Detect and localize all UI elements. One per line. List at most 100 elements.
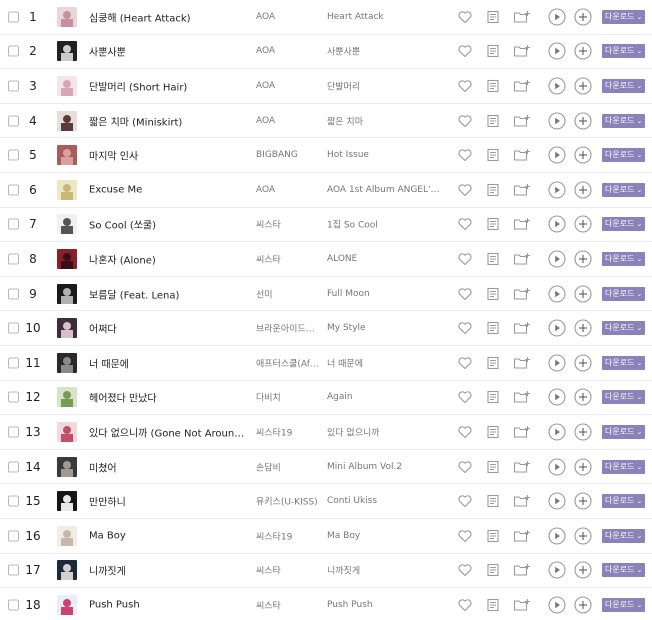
select-checkbox[interactable]	[8, 564, 19, 576]
play-icon[interactable]	[548, 354, 566, 372]
album-art[interactable]	[57, 525, 77, 546]
heart-icon[interactable]	[457, 424, 473, 440]
album-art[interactable]	[57, 214, 77, 235]
artist-name[interactable]: 씨스타19	[256, 425, 322, 438]
select-checkbox[interactable]	[8, 11, 19, 23]
song-row[interactable]: 17 니까짓게 씨스타 니까짓게 다운로드 ⌄	[0, 554, 652, 589]
album-art[interactable]	[57, 110, 77, 131]
album-art[interactable]	[57, 179, 77, 200]
select-checkbox[interactable]	[8, 391, 19, 403]
lyrics-icon[interactable]	[485, 562, 501, 578]
heart-icon[interactable]	[457, 182, 473, 198]
download-button[interactable]: 다운로드 ⌄	[602, 217, 645, 232]
album-name[interactable]: 단발머리	[327, 79, 443, 92]
heart-icon[interactable]	[457, 147, 473, 163]
song-title[interactable]: 니까짓게	[89, 563, 249, 578]
play-icon[interactable]	[548, 146, 566, 164]
play-icon[interactable]	[548, 284, 566, 303]
album-art[interactable]	[57, 248, 77, 269]
artist-name[interactable]: 손담비	[256, 460, 322, 473]
lyrics-icon[interactable]	[485, 597, 501, 613]
song-title[interactable]: 있다 없으니까 (Gone Not Around An...	[89, 424, 249, 439]
song-row[interactable]: 10 어쩌다 브라운아이드걸... My Style 다운로드 ⌄	[0, 311, 652, 346]
song-title[interactable]: Excuse Me	[89, 184, 249, 195]
play-icon[interactable]	[548, 388, 566, 406]
album-name[interactable]: Push Push	[327, 600, 443, 610]
heart-icon[interactable]	[457, 528, 473, 544]
folder-plus-icon[interactable]	[513, 78, 530, 94]
play-icon[interactable]	[548, 112, 566, 130]
song-row[interactable]: 8 나혼자 (Alone) 씨스타 ALONE 다운로드 ⌄	[0, 242, 652, 277]
play-icon[interactable]	[548, 319, 566, 337]
artist-name[interactable]: AOA	[256, 185, 322, 195]
select-checkbox[interactable]	[8, 80, 19, 92]
heart-icon[interactable]	[457, 78, 473, 94]
heart-icon[interactable]	[457, 320, 473, 336]
album-art[interactable]	[57, 318, 77, 339]
album-name[interactable]: 너 때문에	[327, 356, 443, 369]
plus-icon[interactable]	[574, 146, 592, 164]
song-title[interactable]: Ma Boy	[89, 530, 249, 541]
album-art[interactable]	[57, 145, 77, 166]
select-checkbox[interactable]	[8, 45, 19, 57]
album-name[interactable]: Ma Boy	[327, 531, 443, 541]
folder-plus-icon[interactable]	[513, 182, 530, 198]
lyrics-icon[interactable]	[485, 78, 501, 94]
album-art[interactable]	[57, 421, 77, 442]
song-title[interactable]: 마지막 인사	[89, 148, 249, 163]
artist-name[interactable]: 씨스타	[256, 252, 322, 265]
folder-plus-icon[interactable]	[513, 424, 530, 440]
folder-plus-icon[interactable]	[513, 355, 530, 371]
artist-name[interactable]: AOA	[256, 81, 322, 91]
song-row[interactable]: 2 사뿐사뿐 AOA 사뿐사뿐 다운로드 ⌄	[0, 35, 652, 70]
song-row[interactable]: 18 Push Push 씨스타 Push Push 다운로드 ⌄	[0, 588, 652, 620]
download-button[interactable]: 다운로드 ⌄	[602, 390, 645, 405]
song-title[interactable]: 단발머리 (Short Hair)	[89, 78, 249, 93]
play-icon[interactable]	[548, 42, 566, 60]
heart-icon[interactable]	[457, 113, 473, 129]
folder-plus-icon[interactable]	[513, 459, 530, 475]
lyrics-icon[interactable]	[485, 251, 501, 267]
lyrics-icon[interactable]	[485, 113, 501, 129]
song-row[interactable]: 11 너 때문에 애프터스쿨(Afte... 너 때문에 다운로드 ⌄	[0, 346, 652, 381]
download-button[interactable]: 다운로드 ⌄	[602, 286, 645, 301]
song-row[interactable]: 16 Ma Boy 씨스타19 Ma Boy 다운로드 ⌄	[0, 519, 652, 554]
artist-name[interactable]: AOA	[256, 116, 322, 126]
play-icon[interactable]	[548, 423, 566, 441]
lyrics-icon[interactable]	[485, 216, 501, 232]
album-name[interactable]: My Style	[327, 323, 443, 333]
artist-name[interactable]: 선미	[256, 287, 322, 300]
select-checkbox[interactable]	[8, 184, 19, 196]
album-art[interactable]	[57, 456, 77, 477]
folder-plus-icon[interactable]	[513, 320, 530, 336]
artist-name[interactable]: 브라운아이드걸...	[256, 322, 322, 335]
download-button[interactable]: 다운로드 ⌄	[602, 597, 645, 612]
play-icon[interactable]	[548, 457, 566, 476]
folder-plus-icon[interactable]	[513, 9, 530, 25]
lyrics-icon[interactable]	[485, 147, 501, 163]
song-title[interactable]: 보름달 (Feat. Lena)	[89, 286, 249, 301]
heart-icon[interactable]	[457, 355, 473, 371]
artist-name[interactable]: AOA	[256, 12, 322, 22]
album-art[interactable]	[57, 560, 77, 581]
heart-icon[interactable]	[457, 43, 473, 59]
select-checkbox[interactable]	[8, 495, 19, 507]
play-icon[interactable]	[548, 8, 566, 26]
download-button[interactable]: 다운로드 ⌄	[602, 251, 645, 266]
album-name[interactable]: Hot Issue	[327, 150, 443, 160]
song-row[interactable]: 1 심쿵해 (Heart Attack) AOA Heart Attack 다운…	[0, 0, 652, 35]
download-button[interactable]: 다운로드 ⌄	[602, 459, 645, 474]
song-row[interactable]: 9 보름달 (Feat. Lena) 선미 Full Moon 다운로드 ⌄	[0, 277, 652, 312]
album-name[interactable]: Again	[327, 392, 443, 402]
album-name[interactable]: 니까짓게	[327, 564, 443, 577]
album-art[interactable]	[57, 491, 77, 512]
heart-icon[interactable]	[457, 251, 473, 267]
folder-plus-icon[interactable]	[513, 286, 530, 302]
album-name[interactable]: 짧은 치마	[327, 114, 443, 127]
album-name[interactable]: Mini Album Vol.2	[327, 462, 443, 472]
play-icon[interactable]	[548, 250, 566, 268]
download-button[interactable]: 다운로드 ⌄	[602, 494, 645, 509]
artist-name[interactable]: 다비치	[256, 391, 322, 404]
select-checkbox[interactable]	[8, 461, 19, 473]
download-button[interactable]: 다운로드 ⌄	[602, 9, 645, 24]
